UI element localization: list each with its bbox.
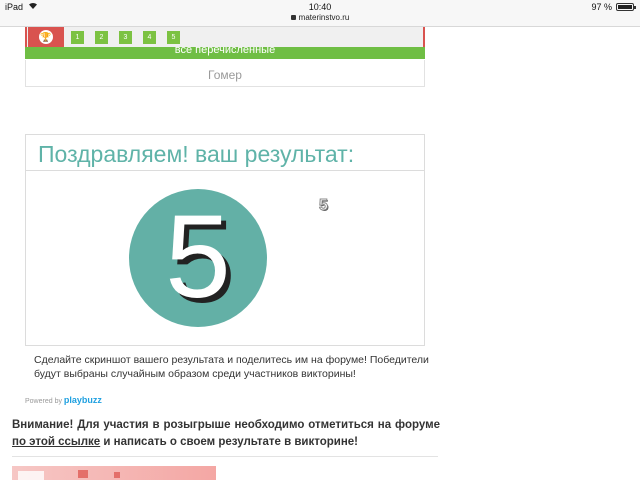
playbuzz-logo: playbuzz: [63, 395, 102, 405]
contest-notice: Внимание! Для участия в розыгрыше необхо…: [12, 417, 440, 451]
battery-icon: [616, 3, 636, 11]
promo-image-element: [18, 471, 44, 480]
lock-icon: [290, 15, 296, 21]
result-card: Поздравляем! ваш результат: 5 5: [25, 134, 425, 346]
promo-image-glyph: [114, 472, 120, 478]
score-small: 5: [319, 197, 329, 215]
question-nav-1[interactable]: 1: [71, 31, 84, 44]
promo-image[interactable]: [12, 466, 216, 480]
question-nav-5[interactable]: 5: [167, 31, 180, 44]
address-bar[interactable]: materinstvo.ru: [0, 13, 640, 22]
divider: [12, 456, 438, 457]
correct-answer-option: все перечисленные: [25, 47, 425, 59]
powered-by[interactable]: Powered by playbuzz: [25, 395, 102, 405]
powered-prefix: Powered by: [25, 398, 62, 405]
quiz-question-nav: 🏆 1 2 3 4 5: [25, 27, 425, 47]
clock: 10:40: [308, 2, 332, 12]
result-heading: Поздравляем! ваш результат:: [26, 135, 424, 171]
battery-fill: [618, 5, 632, 9]
notice-text-before: Внимание! Для участия в розыгрыше необхо…: [12, 419, 440, 431]
share-instructions: Сделайте скриншот вашего результата и по…: [34, 354, 429, 380]
score-number: 5: [165, 191, 231, 323]
question-nav-3[interactable]: 3: [119, 31, 132, 44]
forum-link[interactable]: по этой ссылке: [12, 436, 100, 448]
battery-percent: 97 %: [591, 2, 612, 12]
trophy-tab[interactable]: 🏆: [28, 27, 64, 47]
promo-image-glyph: [78, 470, 88, 478]
score-circle: 5: [129, 189, 267, 327]
status-right: 97 %: [591, 2, 636, 12]
answer-option: Гомер: [25, 60, 425, 87]
question-nav-4[interactable]: 4: [143, 31, 156, 44]
notice-text-after: и написать о своем результате в викторин…: [100, 436, 359, 448]
trophy-icon: 🏆: [39, 30, 53, 44]
question-nav-2[interactable]: 2: [95, 31, 108, 44]
ios-status-bar: iPad 10:40 materinstvo.ru 97 %: [0, 0, 640, 27]
url-text: materinstvo.ru: [298, 13, 350, 22]
